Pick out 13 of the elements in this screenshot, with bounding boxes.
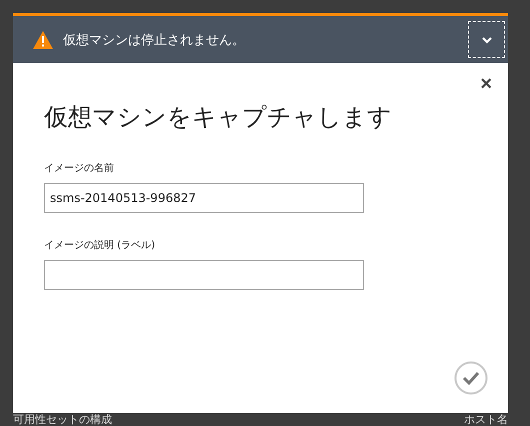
confirm-button[interactable] <box>454 361 488 395</box>
warning-icon <box>33 30 53 48</box>
field-label: イメージの名前 <box>44 162 115 175</box>
background-text: 可用性セットの構成 <box>13 414 112 426</box>
field-label: イメージの説明 (ラベル) <box>44 238 156 252</box>
notification-message: 仮想マシンは停止されません。 <box>63 32 246 48</box>
expand-button[interactable] <box>468 21 505 58</box>
chevron-icon <box>480 36 492 44</box>
close-button[interactable]: × <box>480 73 492 95</box>
input-field[interactable] <box>44 260 364 290</box>
input-field[interactable]: ssms-20140513-996827 <box>44 183 364 213</box>
background-text: ホスト名 <box>464 414 508 426</box>
dialog-title: 仮想マシンをキャプチャします <box>44 102 393 133</box>
